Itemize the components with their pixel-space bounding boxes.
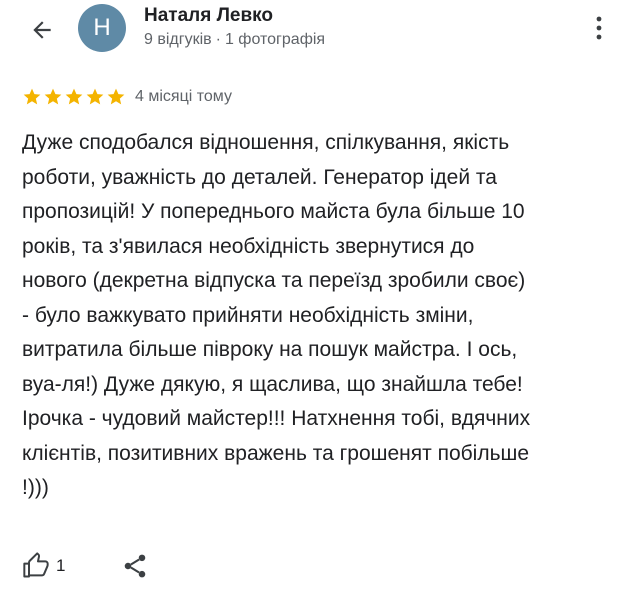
more-vert-icon <box>596 16 602 40</box>
rating-row: 4 місяці тому <box>22 84 232 110</box>
share-button[interactable] <box>121 552 149 580</box>
meta-separator: · <box>215 31 221 48</box>
review-actions: 1 <box>22 548 149 584</box>
avatar[interactable]: Н <box>78 4 126 52</box>
author-name[interactable]: Наталя Левко <box>144 5 273 27</box>
star-icon <box>65 88 83 105</box>
review-header: Н Наталя Левко 9 відгуків · 1 фотографія <box>0 0 640 60</box>
photos-count: 1 фотографія <box>224 31 326 48</box>
star-icon <box>44 88 62 105</box>
more-options-button[interactable] <box>585 10 613 46</box>
like-button[interactable]: 1 <box>22 552 65 580</box>
review-date: 4 місяці тому <box>135 88 232 105</box>
back-button[interactable] <box>22 10 62 50</box>
star-rating <box>22 87 127 107</box>
avatar-initial: Н <box>93 14 111 41</box>
like-count: 1 <box>56 556 66 575</box>
review-text: Дуже сподобался відношення, спілкування,… <box>22 131 531 499</box>
star-icon <box>23 88 41 105</box>
star-icon <box>86 88 104 105</box>
reviews-count: 9 відгуків <box>144 31 212 48</box>
arrow-left-icon <box>33 21 51 39</box>
share-icon <box>125 554 146 578</box>
star-icon <box>107 88 125 105</box>
author-meta: 9 відгуків · 1 фотографія <box>144 31 325 49</box>
thumb-up-icon <box>23 552 49 578</box>
